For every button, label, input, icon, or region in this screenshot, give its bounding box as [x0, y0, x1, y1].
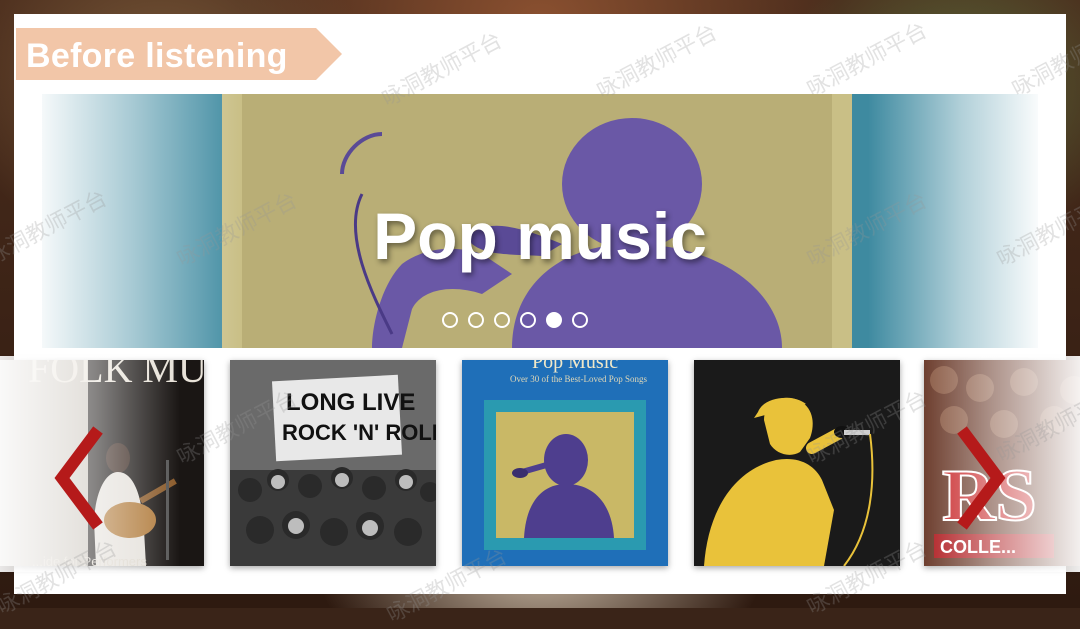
hero-title-text: Pop music	[373, 199, 707, 273]
album-rock-banner-2: ROCK 'N' ROLL	[282, 420, 436, 445]
album-pop-subtitle: Over 30 of the Best-Loved Pop Songs	[510, 374, 647, 384]
section-title: Before listening	[26, 37, 288, 75]
section-tag: Before listening	[16, 28, 342, 80]
album-pop-title: Pop Music	[532, 360, 618, 373]
album-folk-subtitle: ...ide for Performers	[32, 554, 147, 566]
chevron-left-icon[interactable]	[52, 426, 108, 530]
slide-dot-5[interactable]	[546, 312, 562, 328]
slide-dot-4[interactable]	[520, 312, 536, 328]
chevron-right-icon[interactable]	[952, 426, 1008, 530]
album-singer-silhouette[interactable]	[694, 360, 900, 566]
hero-carousel[interactable]: Pop music	[42, 94, 1038, 348]
album-rs-subtitle: COLLE...	[940, 537, 1016, 557]
album-pop-music[interactable]: Pop Music Over 30 of the Best-Loved Pop …	[462, 360, 668, 566]
slide-dot-3[interactable]	[494, 312, 510, 328]
slide-indicator	[442, 312, 588, 328]
slide-dot-1[interactable]	[442, 312, 458, 328]
slide-dot-6[interactable]	[572, 312, 588, 328]
album-folk-title-1: FOLK MUSIC	[28, 360, 204, 391]
album-rock-banner-1: LONG LIVE	[286, 389, 415, 416]
album-long-live-rock[interactable]: LONG LIVE ROCK 'N' ROLL	[230, 360, 436, 566]
slide-dot-2[interactable]	[468, 312, 484, 328]
album-strip: FOLK MUSIC ...ide for Performers	[0, 356, 1080, 572]
hero-title: Pop music	[42, 198, 1038, 274]
